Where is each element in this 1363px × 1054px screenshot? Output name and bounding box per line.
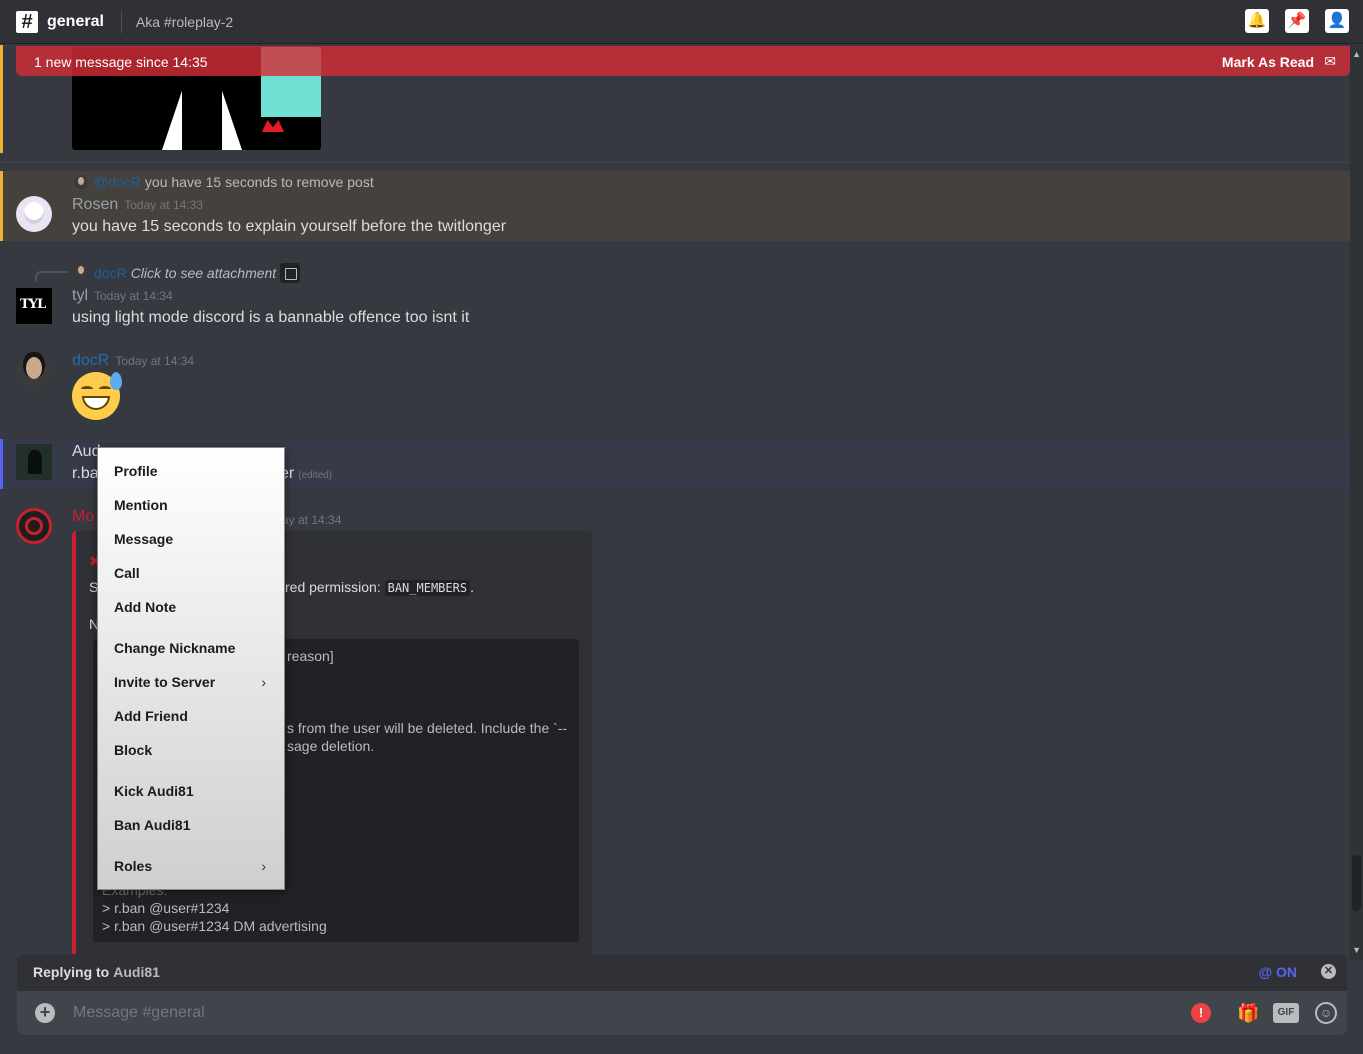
message-input[interactable] (73, 1001, 1173, 1025)
new-messages-text[interactable]: 1 new message since 14:35 (34, 54, 208, 70)
menu-item-invite-to-server[interactable]: Invite to Server › (114, 672, 270, 692)
header-divider (120, 10, 122, 33)
new-messages-bar[interactable]: 1 new message since 14:35 Mark As Read ✉ (16, 46, 1350, 76)
timestamp: Today at 14:34 (94, 289, 173, 303)
channel-topic[interactable]: Aka #roleplay-2 (136, 14, 233, 30)
scroll-up-icon[interactable]: ▲ (1352, 49, 1361, 59)
replying-to-label: Replying to Audi81 (33, 964, 160, 980)
reply-bar: Replying to Audi81 @ ON ✕ (17, 954, 1347, 991)
message-composer: + ! 🎁 GIF ☺ (17, 991, 1347, 1035)
reply-preview[interactable]: @docR you have 15 seconds to remove post (94, 174, 374, 190)
image-icon (280, 263, 301, 283)
message-text-end: er (edited) (280, 465, 332, 483)
menu-item-change-nickname[interactable]: Change Nickname (114, 638, 270, 658)
bell-icon[interactable]: 🔔 (1245, 9, 1269, 33)
username[interactable]: tyl (72, 287, 88, 304)
timestamp: Today at 14:33 (124, 198, 203, 212)
emoji-eye (99, 386, 111, 392)
reply-text: Click to see attachment (130, 265, 277, 281)
code-line: > r.ban @user#1234 (102, 900, 230, 916)
emoji-mouth (82, 396, 110, 410)
scrollbar-thumb[interactable] (1352, 855, 1361, 911)
avatar[interactable] (16, 508, 52, 544)
edited-label: (edited) (298, 470, 333, 481)
sweat-smile-emoji (72, 372, 122, 420)
username[interactable]: Mo (72, 508, 94, 526)
replying-label: Replying to (33, 964, 110, 980)
username[interactable]: Rosen (72, 196, 118, 213)
menu-item-add-friend[interactable]: Add Friend (114, 706, 270, 726)
message-header: ay at 14:34 (282, 511, 341, 529)
menu-item-block[interactable]: Block (114, 740, 270, 760)
permission-code: BAN_MEMBERS (384, 580, 471, 596)
timestamp: Today at 14:34 (115, 354, 195, 368)
user-context-menu: Profile Mention Message Call Add Note Ch… (97, 447, 285, 890)
add-attachment-button[interactable]: + (35, 1003, 55, 1023)
message-divider (0, 162, 1350, 163)
reply-text: you have 15 seconds to remove post (144, 174, 374, 190)
code-line: > r.ban @user#1234 DM advertising (102, 918, 327, 934)
reply-author[interactable]: @docR (94, 174, 141, 190)
emoji-sweat (110, 372, 122, 390)
message-text: r.ba (72, 465, 99, 483)
avatar[interactable] (16, 444, 52, 480)
reply-spine (35, 271, 68, 281)
menu-item-label: Invite to Server (114, 674, 216, 690)
mark-read-icon[interactable]: ✉ (1324, 53, 1336, 70)
menu-item-label: Roles (114, 858, 153, 874)
reply-avatar (74, 264, 88, 278)
timestamp: ay at 14:34 (282, 513, 342, 527)
scrollbar[interactable]: ▲ ▼ (1350, 45, 1363, 960)
scroll-down-icon[interactable]: ▼ (1352, 945, 1361, 955)
menu-item-message[interactable]: Message (114, 529, 270, 549)
message-text: you have 15 seconds to explain yourself … (72, 218, 507, 235)
reply-target: Audi81 (113, 964, 160, 980)
channel-hash-icon: # (16, 10, 38, 33)
channel-name: general (47, 12, 104, 30)
mention-toggle[interactable]: @ ON (1258, 964, 1297, 980)
embed-period: . (470, 579, 474, 595)
emoji-picker-icon[interactable]: ☺ (1315, 1002, 1337, 1024)
message-header: docR Today at 14:34 (72, 352, 194, 370)
message-text-start: r.ba (72, 465, 99, 482)
pin-icon[interactable]: 📌 (1285, 9, 1309, 33)
code-line: s from the user will be deleted. Include… (287, 720, 568, 736)
menu-item-add-note[interactable]: Add Note (114, 597, 270, 617)
mention-indicator (0, 45, 3, 153)
message-header: tyl Today at 14:34 (72, 287, 173, 305)
alert-icon[interactable]: ! (1191, 1003, 1211, 1023)
message-header: Rosen Today at 14:33 (72, 196, 203, 214)
menu-item-profile[interactable]: Profile (114, 461, 270, 481)
menu-item-roles[interactable]: Roles › (114, 856, 270, 876)
menu-item-kick[interactable]: Kick Audi81 (114, 781, 270, 801)
emoji-eye (81, 386, 93, 392)
menu-item-ban[interactable]: Ban Audi81 (114, 815, 270, 835)
reply-avatar (74, 175, 88, 189)
message-text: using light mode discord is a bannable o… (72, 309, 470, 326)
chevron-right-icon: › (261, 858, 266, 874)
chevron-right-icon: › (261, 674, 266, 690)
code-line: sage deletion. (287, 738, 375, 754)
embed-permission-line: red permission: BAN_MEMBERS. (285, 579, 474, 596)
reply-author[interactable]: docR (94, 265, 127, 281)
close-icon[interactable]: ✕ (1321, 964, 1336, 979)
username[interactable]: docR (72, 352, 109, 369)
mark-as-read-button[interactable]: Mark As Read (1222, 54, 1314, 70)
members-icon[interactable]: 👤 (1325, 9, 1349, 33)
gif-button[interactable]: GIF (1273, 1003, 1299, 1023)
channel-header: # general Aka #roleplay-2 🔔 📌 👤 (0, 0, 1363, 44)
code-line: reason] (287, 648, 334, 664)
menu-item-mention[interactable]: Mention (114, 495, 270, 515)
reply-preview[interactable]: docR Click to see attachment (94, 263, 301, 283)
avatar[interactable] (16, 288, 52, 324)
header-toolbar: 🔔 📌 👤 (1245, 9, 1363, 33)
avatar[interactable] (16, 196, 52, 232)
image-handkerchief (262, 120, 284, 132)
avatar[interactable] (16, 352, 52, 388)
gift-icon[interactable]: 🎁 (1237, 1003, 1259, 1023)
menu-item-call[interactable]: Call (114, 563, 270, 583)
embed-line-end: red permission: (285, 579, 381, 595)
